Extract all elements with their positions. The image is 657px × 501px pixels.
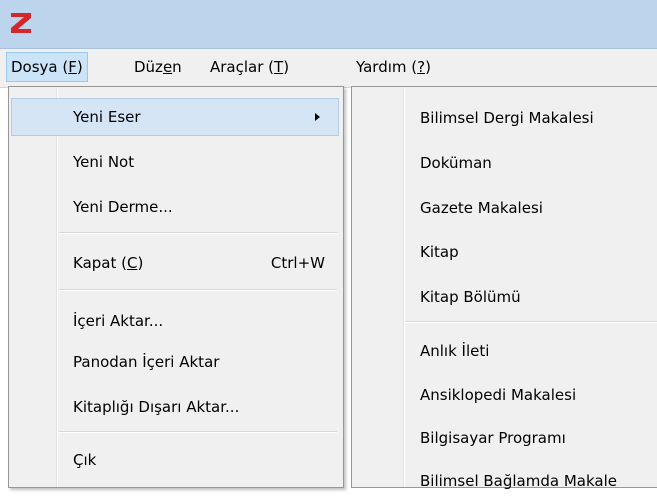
menuitem-new-note[interactable]: Yeni Not — [11, 143, 339, 181]
submenu-item-label: Bilimsel Bağlamda Makale — [420, 472, 617, 490]
menu-tools-label: Araçlar ( — [210, 58, 275, 76]
submenu-item-label: Kitap Bölümü — [420, 288, 521, 306]
submenu-item-label: Bilimsel Dergi Makalesi — [420, 109, 594, 127]
new-item-submenu: Bilimsel Dergi Makalesi Doküman Gazete M… — [351, 86, 657, 490]
submenu-item-label: Gazete Makalesi — [420, 199, 543, 217]
menuitem-new-item-label: Yeni Eser — [73, 108, 141, 126]
submenu-item-encyclopedia-article[interactable]: Ansiklopedi Makalesi — [354, 375, 657, 415]
menuitem-import-label: İçeri Aktar... — [73, 312, 164, 330]
file-menu-dropdown: Yeni Eser Yeni Not Yeni Derme... Kapat (… — [8, 86, 344, 488]
menu-edit-label: Düz — [134, 58, 163, 76]
zotero-logo-icon — [11, 13, 31, 33]
menu-edit-label-end: n — [172, 58, 182, 76]
submenu-item-newspaper-article[interactable]: Gazete Makalesi — [354, 188, 657, 228]
submenu-item-label: Bilgisayar Programı — [420, 429, 566, 447]
menu-separator — [59, 289, 337, 291]
menu-edit[interactable]: Düzen — [130, 53, 186, 81]
submenu-item-computer-program[interactable]: Bilgisayar Programı — [354, 418, 657, 458]
menuitem-close-label: Kapat (C) — [73, 244, 143, 282]
submenu-separator — [406, 321, 657, 323]
submenu-item-label: Doküman — [420, 154, 492, 172]
submenu-item-book[interactable]: Kitap — [354, 232, 657, 272]
menu-help[interactable]: Yardım (?) — [352, 53, 435, 81]
menu-file-accesskey: F — [68, 58, 77, 76]
menuitem-new-collection-label: Yeni Derme... — [73, 198, 173, 216]
close-label-start: Kapat ( — [73, 254, 127, 272]
submenu-item-conference-paper[interactable]: Bilimsel Bağlamda Makale — [354, 461, 657, 501]
menu-file[interactable]: Dosya (F) — [6, 52, 88, 82]
menu-help-label: Yardım ( — [356, 58, 418, 76]
menu-file-label-end: ) — [76, 58, 83, 76]
menuitem-import-clipboard-label: Panodan İçeri Aktar — [73, 353, 220, 371]
menuitem-close-shortcut: Ctrl+W — [270, 254, 325, 272]
close-label-end: ) — [137, 254, 144, 272]
menuitem-close[interactable]: Kapat (C) Ctrl+W — [11, 244, 339, 282]
menu-help-accesskey: ? — [417, 58, 426, 76]
menuitem-new-item[interactable]: Yeni Eser — [11, 98, 339, 136]
menuitem-new-note-label: Yeni Not — [73, 153, 135, 171]
menuitem-import[interactable]: İçeri Aktar... — [11, 302, 339, 340]
submenu-item-label: Anlık İleti — [420, 342, 490, 360]
submenu-item-document[interactable]: Doküman — [354, 143, 657, 183]
submenu-item-label: Ansiklopedi Makalesi — [420, 386, 577, 404]
menuitem-quit-label: Çık — [73, 451, 97, 469]
menu-tools-label-end: ) — [283, 58, 290, 76]
title-bar — [0, 0, 657, 49]
menu-bar: Dosya (F) Düzen Araçlar (T) Yardım (?) — [0, 49, 657, 88]
menu-separator — [59, 431, 337, 433]
menu-help-label-end: ) — [425, 58, 431, 76]
menu-tools-accesskey: T — [274, 58, 284, 76]
menu-edit-accesskey: e — [162, 58, 173, 76]
menuitem-new-collection[interactable]: Yeni Derme... — [11, 188, 339, 226]
submenu-item-book-section[interactable]: Kitap Bölümü — [354, 277, 657, 317]
menu-separator — [59, 232, 337, 234]
submenu-item-label: Kitap — [420, 243, 459, 261]
menu-file-label: Dosya ( — [11, 58, 69, 76]
menuitem-export-library-label: Kitaplığı Dışarı Aktar... — [73, 398, 240, 416]
submenu-item-instant-message[interactable]: Anlık İleti — [354, 331, 657, 371]
menuitem-import-clipboard[interactable]: Panodan İçeri Aktar — [11, 343, 339, 381]
menuitem-quit[interactable]: Çık — [11, 441, 339, 479]
submenu-arrow-icon — [315, 113, 320, 121]
submenu-item-journal-article[interactable]: Bilimsel Dergi Makalesi — [354, 98, 657, 138]
close-accesskey: C — [126, 254, 138, 272]
menu-tools[interactable]: Araçlar (T) — [206, 53, 293, 81]
menuitem-export-library[interactable]: Kitaplığı Dışarı Aktar... — [11, 388, 339, 426]
